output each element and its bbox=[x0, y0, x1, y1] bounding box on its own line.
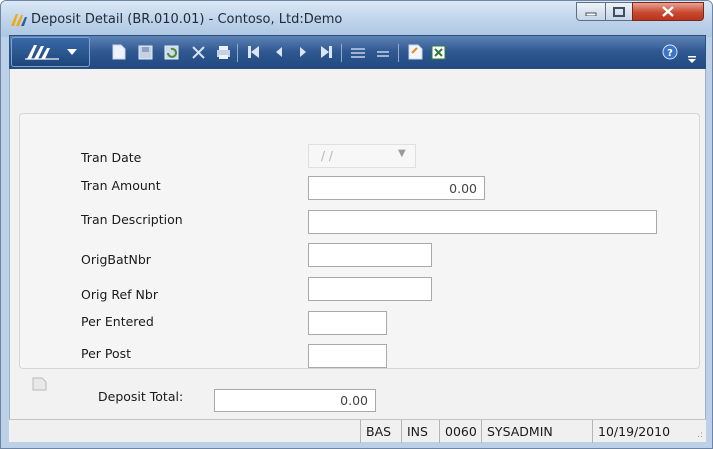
toolbar-separator bbox=[237, 44, 238, 62]
delete-line-icon bbox=[377, 51, 389, 57]
app-logo-icon bbox=[11, 14, 27, 26]
resize-grip-icon[interactable]: .: bbox=[697, 431, 703, 440]
export-button[interactable] bbox=[430, 44, 446, 60]
toolbar: ? bbox=[9, 35, 706, 69]
insert-line-icon bbox=[351, 48, 365, 58]
orig-bat-nbr-field[interactable] bbox=[308, 243, 432, 267]
application-menu-button[interactable] bbox=[11, 37, 90, 67]
toolbar-separator bbox=[341, 44, 342, 62]
delete-line-button[interactable] bbox=[375, 44, 391, 60]
note-icon[interactable] bbox=[32, 377, 47, 391]
orig-ref-nbr-field[interactable] bbox=[308, 277, 432, 301]
delete-button[interactable] bbox=[190, 44, 206, 60]
save-button[interactable] bbox=[137, 44, 153, 60]
delete-icon bbox=[191, 45, 205, 59]
maximize-icon bbox=[613, 6, 625, 17]
first-button[interactable] bbox=[246, 44, 262, 60]
per-post-field[interactable] bbox=[308, 344, 387, 368]
orig-ref-nbr-label: Orig Ref Nbr bbox=[81, 287, 158, 302]
chevron-down-icon: ▼ bbox=[398, 148, 406, 159]
tran-date-value: / / bbox=[321, 149, 333, 163]
tran-amount-field[interactable]: 0.00 bbox=[308, 176, 485, 200]
first-icon bbox=[248, 46, 259, 58]
tran-description-field[interactable] bbox=[308, 210, 657, 234]
close-button[interactable] bbox=[632, 2, 704, 21]
status-bar: BAS INS 0060 SYSADMIN 10/19/2010 .: bbox=[9, 419, 706, 443]
minimize-button[interactable] bbox=[576, 2, 606, 21]
orig-bat-nbr-label: OrigBatNbr bbox=[81, 252, 151, 267]
per-entered-field[interactable] bbox=[308, 311, 387, 335]
print-button[interactable] bbox=[215, 44, 231, 60]
title-bar: Deposit Detail (BR.010.01) - Contoso, Lt… bbox=[1, 1, 712, 37]
notes-icon bbox=[408, 44, 422, 60]
status-date: 10/19/2010 bbox=[592, 420, 670, 443]
app-logo-icon bbox=[25, 45, 59, 60]
refresh-button[interactable] bbox=[163, 44, 179, 60]
minimize-icon bbox=[585, 12, 597, 16]
help-icon: ? bbox=[662, 44, 678, 60]
overflow-chevron-icon bbox=[688, 56, 696, 63]
status-company: 0060 bbox=[439, 420, 477, 443]
deposit-total-label: Deposit Total: bbox=[98, 389, 184, 404]
tran-date-field[interactable]: / / ▼ bbox=[308, 144, 416, 168]
last-button[interactable] bbox=[318, 44, 334, 60]
chevron-down-icon bbox=[67, 49, 77, 55]
deposit-total-field: 0.00 bbox=[214, 389, 376, 412]
application-window: Deposit Detail (BR.010.01) - Contoso, Lt… bbox=[0, 0, 713, 449]
toolbar-overflow-button[interactable] bbox=[684, 52, 700, 68]
save-icon bbox=[138, 45, 152, 59]
toolbar-separator bbox=[398, 44, 399, 62]
tran-description-label: Tran Description bbox=[81, 212, 183, 227]
next-icon bbox=[300, 47, 306, 57]
window-title: Deposit Detail (BR.010.01) - Contoso, Lt… bbox=[31, 12, 343, 27]
svg-text:?: ? bbox=[667, 48, 673, 59]
refresh-icon bbox=[164, 45, 178, 59]
export-icon bbox=[431, 45, 445, 59]
help-button[interactable]: ? bbox=[662, 44, 678, 60]
last-icon bbox=[321, 46, 332, 58]
tran-date-label: Tran Date bbox=[81, 150, 142, 165]
new-button[interactable] bbox=[111, 44, 127, 60]
tran-amount-label: Tran Amount bbox=[81, 178, 161, 193]
previous-button[interactable] bbox=[271, 44, 287, 60]
status-user: SYSADMIN bbox=[481, 420, 553, 443]
close-icon bbox=[662, 6, 674, 17]
maximize-button[interactable] bbox=[605, 2, 633, 21]
print-icon bbox=[216, 45, 230, 59]
per-entered-label: Per Entered bbox=[81, 314, 154, 329]
previous-icon bbox=[276, 47, 282, 57]
per-post-label: Per Post bbox=[81, 346, 132, 361]
new-icon bbox=[112, 44, 126, 60]
notes-button[interactable] bbox=[407, 44, 423, 60]
status-insert: INS bbox=[401, 420, 428, 443]
next-button[interactable] bbox=[295, 44, 311, 60]
status-mode: BAS bbox=[360, 420, 391, 443]
insert-line-button[interactable] bbox=[350, 44, 366, 60]
